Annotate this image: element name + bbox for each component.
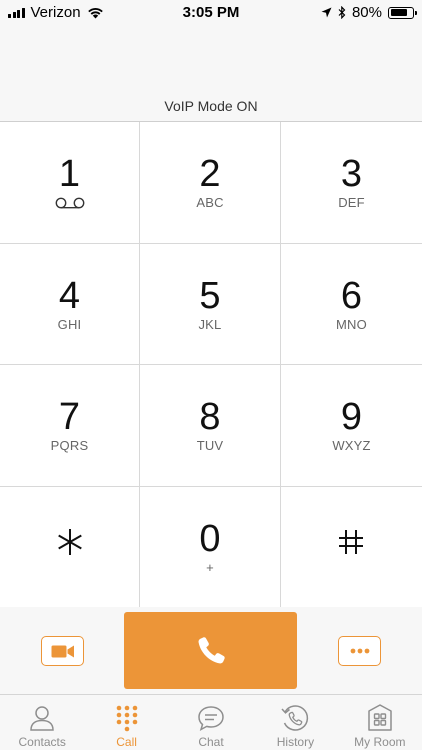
key-letters: WXYZ	[332, 438, 371, 453]
tab-call[interactable]: Call	[84, 695, 168, 750]
key-star[interactable]	[0, 486, 140, 608]
action-bar	[0, 607, 422, 694]
keypad: 1 2 ABC 3 DEF 4 GHI 5 JKL 6 MNO 7 PQRS 8…	[0, 121, 422, 608]
key-letters: ABC	[196, 195, 224, 210]
tab-bar: Contacts Call Chat History My Room	[0, 694, 422, 750]
key-digit: 2	[199, 153, 221, 195]
location-icon	[321, 7, 332, 18]
tab-label: Chat	[198, 735, 224, 749]
tab-my-room[interactable]: My Room	[338, 695, 422, 750]
phone-icon	[198, 636, 225, 663]
key-digit: 8	[199, 396, 221, 438]
more-icon	[350, 648, 369, 654]
more-options-button[interactable]	[338, 636, 381, 666]
asterisk-icon	[58, 528, 82, 555]
key-letters: GHI	[57, 316, 82, 332]
tab-history[interactable]: History	[253, 695, 337, 750]
key-0[interactable]: 0 +	[140, 486, 281, 608]
key-digit: 1	[58, 153, 81, 195]
hash-icon	[339, 529, 363, 554]
bluetooth-icon	[338, 6, 346, 19]
call-button[interactable]	[124, 612, 297, 689]
key-7[interactable]: 7 PQRS	[0, 365, 140, 487]
key-digit: 0	[199, 517, 221, 560]
key-5[interactable]: 5 JKL	[140, 243, 281, 365]
key-letters: +	[206, 559, 214, 575]
key-letters: DEF	[338, 195, 365, 210]
key-4[interactable]: 4 GHI	[0, 243, 140, 365]
key-letters: TUV	[196, 438, 224, 453]
status-bar: Verizon 3:05 PM 80%	[0, 0, 422, 24]
room-icon	[365, 703, 395, 733]
tab-label: History	[276, 735, 315, 749]
key-8[interactable]: 8 TUV	[140, 365, 281, 487]
voip-mode-label: VoIP Mode ON	[164, 98, 258, 114]
key-digit: 9	[340, 396, 363, 438]
keypad-icon	[112, 703, 142, 733]
key-1[interactable]: 1	[0, 122, 140, 244]
key-digit: 4	[58, 274, 81, 317]
chat-bubble-icon	[196, 703, 226, 733]
key-6[interactable]: 6 MNO	[281, 243, 422, 365]
video-camera-icon	[51, 645, 74, 657]
tab-chat[interactable]: Chat	[169, 695, 253, 750]
key-digit: 5	[199, 274, 221, 317]
voicemail-icon	[55, 197, 84, 209]
tab-label: My Room	[354, 735, 406, 749]
key-digit: 3	[340, 153, 363, 195]
history-icon	[280, 703, 310, 733]
key-3[interactable]: 3 DEF	[281, 122, 422, 244]
key-letters: MNO	[336, 316, 367, 332]
person-icon	[27, 703, 57, 733]
tab-label: Contacts	[18, 735, 66, 749]
battery-icon	[388, 6, 417, 19]
tab-label: Call	[116, 735, 137, 749]
key-2[interactable]: 2 ABC	[140, 122, 281, 244]
video-call-button[interactable]	[41, 636, 84, 666]
key-hash[interactable]	[281, 486, 422, 608]
key-letters: PQRS	[50, 438, 89, 453]
key-digit: 7	[58, 396, 81, 438]
tab-contacts[interactable]: Contacts	[0, 695, 84, 750]
status-right: 80%	[321, 4, 417, 21]
key-digit: 6	[340, 274, 363, 317]
key-letters: JKL	[198, 316, 222, 332]
battery-percent: 80%	[351, 4, 382, 21]
key-9[interactable]: 9 WXYZ	[281, 365, 422, 487]
dial-display: VoIP Mode ON	[0, 24, 422, 122]
battery-fill	[390, 9, 408, 16]
